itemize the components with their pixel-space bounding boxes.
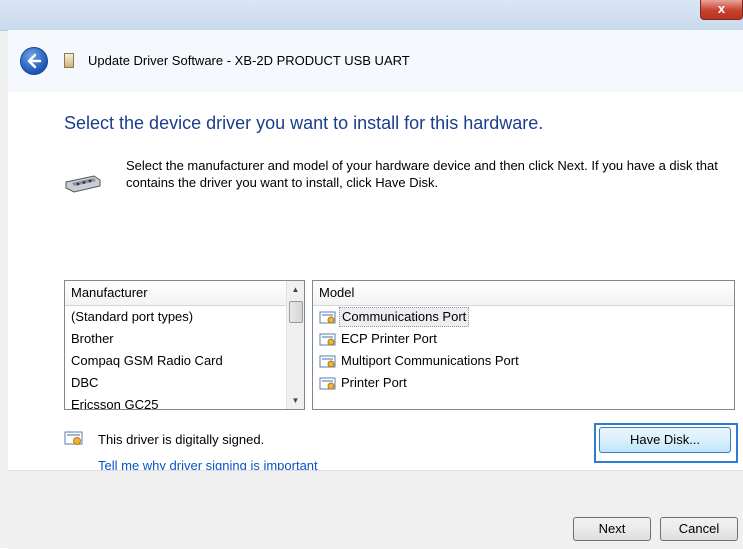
manufacturer-list[interactable]: Manufacturer (Standard port types) Broth…: [64, 280, 305, 410]
model-label[interactable]: Printer Port: [339, 372, 409, 394]
model-label[interactable]: ECP Printer Port: [339, 328, 439, 350]
model-column-header: Model: [313, 281, 734, 306]
scroll-thumb[interactable]: [289, 301, 303, 323]
certificate-icon: [64, 431, 84, 449]
signed-driver-icon: [319, 376, 337, 390]
list-item[interactable]: ECP Printer Port: [313, 328, 734, 350]
selected-model[interactable]: Communications Port: [339, 307, 470, 327]
list-item[interactable]: Brother: [65, 328, 304, 350]
title-bar: [0, 0, 743, 31]
manufacturer-column-header: Manufacturer: [65, 281, 304, 306]
scroll-up-arrow-icon[interactable]: ▲: [287, 281, 304, 298]
list-item[interactable]: Compaq GSM Radio Card: [65, 350, 304, 372]
scroll-down-arrow-icon[interactable]: ▼: [287, 392, 304, 409]
list-item[interactable]: Ericsson GC25: [65, 394, 304, 409]
close-button[interactable]: x: [700, 0, 743, 20]
have-disk-button[interactable]: Have Disk...: [599, 427, 731, 453]
signing-status: This driver is digitally signed.: [64, 430, 264, 449]
next-button[interactable]: Next: [573, 517, 651, 541]
signed-driver-icon: [319, 354, 337, 368]
back-arrow-icon: [27, 53, 42, 69]
cancel-button[interactable]: Cancel: [660, 517, 738, 541]
list-item[interactable]: (Standard port types): [65, 306, 304, 328]
model-list[interactable]: Model Communications Port ECP Printer Po…: [312, 280, 735, 410]
signed-driver-icon: [319, 332, 337, 346]
signing-status-text: This driver is digitally signed.: [98, 432, 265, 447]
back-button[interactable]: [20, 47, 48, 75]
manufacturer-scrollbar[interactable]: ▲ ▼: [286, 281, 304, 409]
device-icon: [64, 53, 74, 68]
list-item[interactable]: Communications Port: [313, 306, 734, 328]
signed-driver-icon: [319, 310, 337, 324]
model-label[interactable]: Multiport Communications Port: [339, 350, 521, 372]
instructions-text: Select the manufacturer and model of you…: [126, 158, 718, 190]
selected-manufacturer[interactable]: (Standard port types): [71, 309, 193, 324]
list-item[interactable]: Printer Port: [313, 372, 734, 394]
page-heading: Select the device driver you want to ins…: [64, 113, 544, 133]
list-item[interactable]: Multiport Communications Port: [313, 350, 734, 372]
hardware-connector-icon: [64, 170, 104, 201]
window-title: Update Driver Software - XB-2D PRODUCT U…: [88, 53, 410, 68]
list-item[interactable]: DBC: [65, 372, 304, 394]
